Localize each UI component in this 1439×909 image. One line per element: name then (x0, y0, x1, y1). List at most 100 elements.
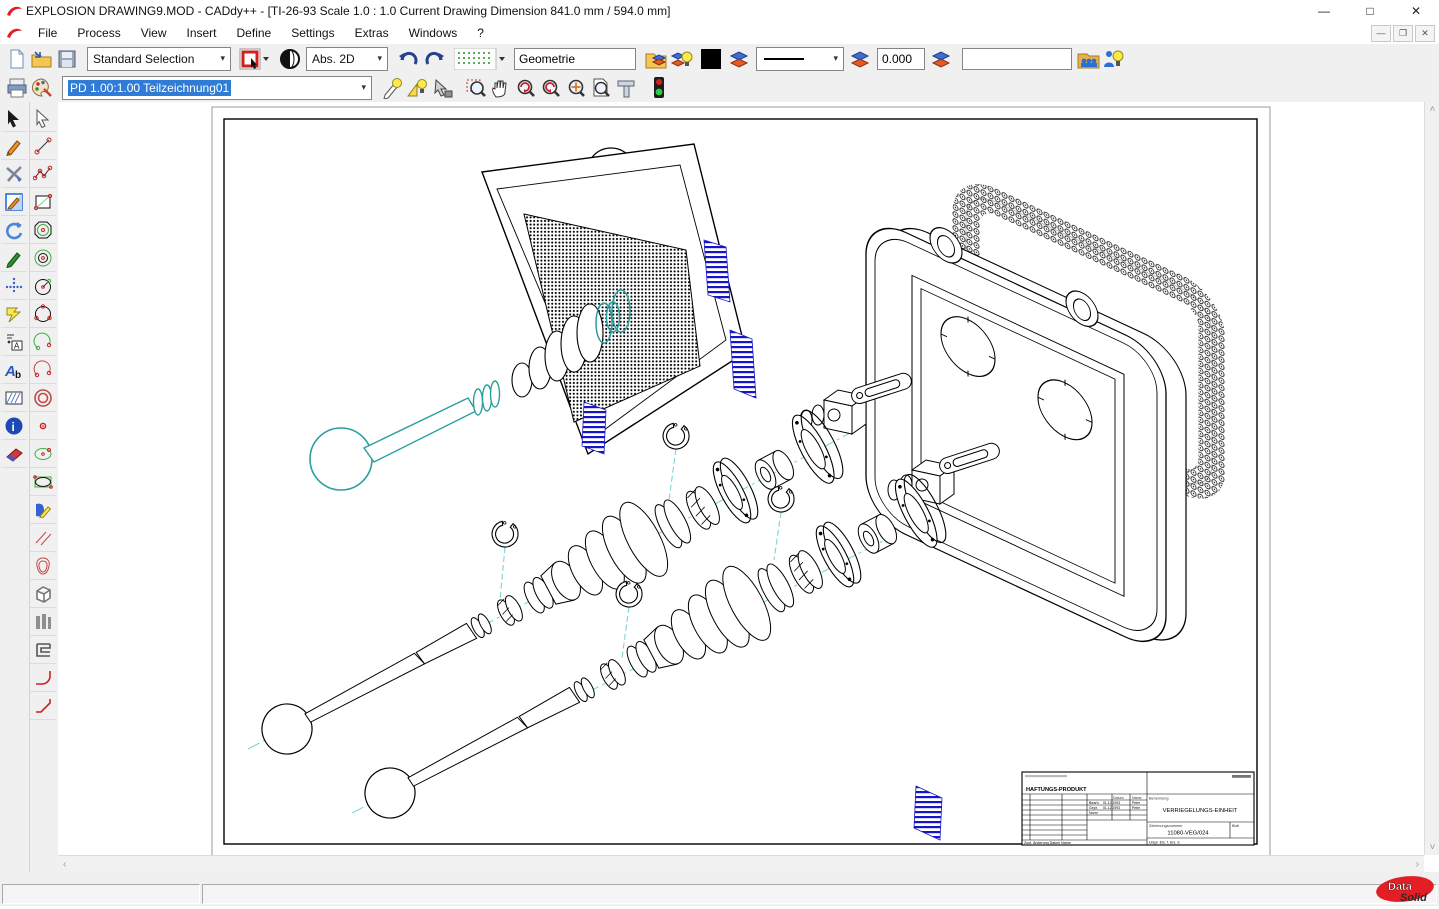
arc-3point-tool[interactable] (30, 356, 56, 384)
status-cell-main (202, 884, 1437, 904)
offset-contour-tool[interactable] (30, 636, 56, 664)
menu-help[interactable]: ? (467, 23, 494, 43)
layer-visibility-bulb-icon[interactable] (669, 46, 694, 71)
hatch-tool[interactable] (1, 384, 27, 412)
scroll-up-arrow[interactable]: ˄ (1425, 102, 1439, 117)
mdi-minimize-button[interactable]: — (1371, 25, 1391, 42)
eraser-tool[interactable] (1, 440, 27, 468)
line-style-dropdown[interactable]: ▾ (756, 47, 844, 71)
close-button[interactable]: ✕ (1393, 0, 1439, 22)
detail-pencil-tool[interactable] (1, 244, 27, 272)
redraw-tsquare-button[interactable] (613, 75, 638, 100)
rotate-tool[interactable] (1, 216, 27, 244)
line-tool[interactable] (30, 132, 56, 160)
line-width-input[interactable] (877, 48, 925, 70)
pen-light-icon[interactable] (380, 75, 405, 100)
maximize-button[interactable]: □ (1347, 0, 1393, 22)
open-file-button[interactable] (29, 46, 54, 71)
spline-tool[interactable] (30, 496, 56, 524)
modify-tools-tool[interactable] (1, 160, 27, 188)
menu-extras[interactable]: Extras (345, 23, 399, 43)
select-arrow-tool[interactable] (1, 104, 27, 132)
group-name-input[interactable] (514, 48, 636, 70)
palette-button[interactable] (29, 75, 54, 100)
new-file-button[interactable] (4, 46, 29, 71)
style-layer-icon[interactable] (929, 46, 954, 71)
group-manager-icon[interactable] (1076, 46, 1101, 71)
dimension-text-tool[interactable]: A (1, 328, 27, 356)
drafting-square-tool[interactable] (1, 188, 27, 216)
app-logo-icon-small (6, 26, 23, 40)
coordinate-sphere-icon[interactable] (277, 46, 302, 71)
quick-pick-tool[interactable] (1, 300, 27, 328)
drawing-workspace[interactable]: HAFTUNGS-PRODUKT Benennung VERRIEGELUNGS… (58, 102, 1424, 855)
polygon-tool[interactable] (30, 216, 56, 244)
minimize-button[interactable]: — (1301, 0, 1347, 22)
contour-tool[interactable] (30, 552, 56, 580)
text-tool[interactable]: Ab (1, 356, 27, 384)
select-arrow-gray-icon[interactable] (430, 75, 455, 100)
scroll-left-arrow[interactable]: ‹ (58, 857, 71, 872)
menu-view[interactable]: View (131, 23, 177, 43)
polyline-tool[interactable] (30, 160, 56, 188)
zoom-window-button[interactable] (463, 75, 488, 100)
parallel-lines-tool[interactable] (30, 524, 56, 552)
active-drawing-dropdown[interactable]: PD 1.00:1.00 Teilzeichnung01 ▾ (62, 76, 372, 100)
status-cell-left (2, 884, 200, 904)
solid-view-tool[interactable] (30, 608, 56, 636)
box-3d-tool[interactable] (30, 580, 56, 608)
ruler-light-icon[interactable] (405, 75, 430, 100)
print-button[interactable] (4, 75, 29, 100)
mdi-close-button[interactable]: ✕ (1415, 25, 1435, 42)
redo-button[interactable] (421, 46, 446, 71)
vertical-scrollbar[interactable]: ˄ ˅ (1424, 102, 1439, 855)
horizontal-scrollbar[interactable]: ‹ › (58, 855, 1424, 873)
zoom-all-button[interactable] (563, 75, 588, 100)
sketch-pencil-tool[interactable] (1, 132, 27, 160)
zoom-next-button[interactable] (538, 75, 563, 100)
chamfer-tool[interactable] (30, 692, 56, 720)
width-layer-icon[interactable] (848, 46, 873, 71)
undo-button[interactable] (396, 46, 421, 71)
titleblock-date-1: 01.12.1993 (1103, 801, 1120, 805)
arc-start-tool[interactable] (30, 328, 56, 356)
menu-settings[interactable]: Settings (281, 23, 344, 43)
ellipse-box-tool[interactable] (30, 468, 56, 496)
zoom-previous-button[interactable] (513, 75, 538, 100)
circle-radius-tool[interactable] (30, 272, 56, 300)
selection-mode-dropdown[interactable]: Standard Selection ▾ (87, 47, 231, 71)
status-light-indicator[interactable] (646, 75, 671, 100)
pan-hand-button[interactable] (488, 75, 513, 100)
chevron-down-icon: ▾ (355, 82, 366, 93)
chevron-down-icon: ▾ (214, 53, 225, 64)
menu-windows[interactable]: Windows (399, 23, 468, 43)
menu-file[interactable]: File (28, 23, 67, 43)
active-color-swatch[interactable] (698, 46, 723, 71)
menu-process[interactable]: Process (67, 23, 130, 43)
menu-define[interactable]: Define (227, 23, 282, 43)
donut-tool[interactable] (30, 384, 56, 412)
rectangle-tool[interactable] (30, 188, 56, 216)
coordinate-mode-dropdown[interactable]: Abs. 2D ▾ (306, 47, 388, 71)
selection-color-button[interactable] (239, 46, 269, 71)
snap-grid-tool[interactable] (1, 272, 27, 300)
scroll-right-arrow[interactable]: › (1411, 857, 1424, 872)
save-button[interactable] (54, 46, 79, 71)
user-idea-icon[interactable] (1101, 46, 1126, 71)
svg-text:b: b (15, 370, 21, 380)
line-layer-icon[interactable] (727, 46, 752, 71)
select-white-arrow-tool[interactable] (30, 104, 56, 132)
ellipse-tool[interactable] (30, 440, 56, 468)
name-input[interactable] (962, 48, 1072, 70)
concentric-circle-tool[interactable] (30, 244, 56, 272)
scroll-down-arrow[interactable]: ˅ (1425, 840, 1439, 855)
info-tool[interactable]: i (1, 412, 27, 440)
menu-insert[interactable]: Insert (177, 23, 227, 43)
grid-settings-button[interactable] (454, 46, 506, 71)
zoom-page-button[interactable] (588, 75, 613, 100)
point-tool[interactable] (30, 412, 56, 440)
mdi-restore-button[interactable]: ❐ (1393, 25, 1413, 42)
layer-folder-icon[interactable] (644, 46, 669, 71)
fillet-tool[interactable] (30, 664, 56, 692)
circle-3point-tool[interactable] (30, 300, 56, 328)
